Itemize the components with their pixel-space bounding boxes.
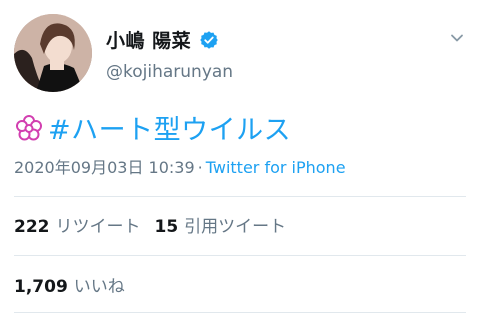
retweets-label: リツイート [55,217,141,237]
quotes-count: 15 [154,217,179,237]
name-row: 小嶋 陽菜 [106,26,219,53]
divider [14,196,466,197]
likes-stat[interactable]: 1,709 いいね [14,272,125,297]
retweets-count: 222 [14,217,50,237]
retweets-stat[interactable]: 222 リツイート [14,212,141,237]
user-handle[interactable]: @kojiharunyan [106,62,233,82]
chevron-down-icon[interactable] [450,30,464,44]
meta-separator: · [197,158,203,177]
engagement-stats: 222 リツイート 15 引用ツイート [14,212,300,237]
display-name[interactable]: 小嶋 陽菜 [106,26,191,53]
white-flower-icon [14,113,44,143]
quotes-label: 引用ツイート [184,217,287,237]
divider [14,255,466,256]
divider [14,312,466,313]
hashtag-link[interactable]: #ハート型ウイルス [48,108,291,147]
verified-badge-icon [199,30,219,50]
source-link[interactable]: Twitter for iPhone [206,158,346,177]
quotes-stat[interactable]: 15 引用ツイート [155,212,287,237]
avatar[interactable] [14,14,92,92]
likes-label: いいね [73,277,125,297]
likes-count: 1,709 [14,277,68,297]
tweet-text: #ハート型ウイルス [14,108,291,147]
tweet-meta: 2020年09月03日 10:39 · Twitter for iPhone [14,154,346,178]
timestamp[interactable]: 2020年09月03日 10:39 [14,158,195,177]
profile-photo [14,14,92,92]
